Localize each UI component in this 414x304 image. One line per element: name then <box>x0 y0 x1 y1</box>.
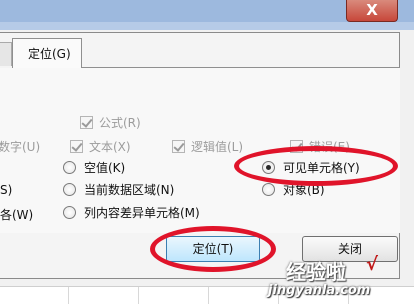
check-icon <box>80 115 93 129</box>
tab-goto-label: 定位(G) <box>28 47 71 61</box>
goto-ok-button[interactable]: 定位(T) <box>166 236 260 262</box>
formula-checkbox[interactable]: 公式(R) <box>80 114 141 130</box>
watermark-title: 经验啦 <box>286 260 346 284</box>
grid-line <box>68 287 69 304</box>
radio-objects[interactable]: 对象(B) <box>262 180 325 198</box>
radio-visible-cells[interactable]: 可见单元格(Y) <box>262 158 360 176</box>
logical-label: 逻辑值(L) <box>191 139 244 154</box>
formula-label: 公式(R) <box>99 115 141 130</box>
radio-row-differences[interactable]: 列内容差异单元格(M) <box>63 203 200 221</box>
radio-current-region[interactable]: 当前数据区域(N) <box>63 180 174 198</box>
errors-checkbox[interactable]: 错误(E) <box>290 138 350 154</box>
radio-visible-cells-label: 可见单元格(Y) <box>283 160 360 175</box>
text-label: 文本(X) <box>89 139 131 154</box>
radio-blanks[interactable]: 空值(K) <box>63 158 125 176</box>
watermark-url: jingyanla.com <box>268 283 371 298</box>
radio-row-differences-label: 列内容差异单元格(M) <box>84 205 200 220</box>
left-option-cut-s: S) <box>0 183 13 197</box>
radio-button-icon <box>63 205 76 219</box>
radio-button-icon <box>63 182 76 196</box>
logical-checkbox[interactable]: 逻辑值(L) <box>172 138 243 154</box>
check-icon <box>70 139 83 153</box>
close-window-button[interactable]: X <box>346 0 398 22</box>
grid-line <box>138 287 139 304</box>
check-icon <box>290 139 303 153</box>
tab-goto[interactable]: 定位(G) <box>12 38 82 68</box>
errors-label: 错误(E) <box>309 139 350 154</box>
radio-button-icon <box>262 182 275 196</box>
radio-current-region-label: 当前数据区域(N) <box>84 182 175 197</box>
left-option-cut-w: 各(W) <box>0 208 34 222</box>
radio-objects-label: 对象(B) <box>283 182 325 197</box>
grid-line <box>208 287 209 304</box>
watermark-check-icon: √ <box>366 254 379 275</box>
text-checkbox[interactable]: 文本(X) <box>70 138 131 154</box>
radio-blanks-label: 空值(K) <box>84 160 126 175</box>
radio-button-icon <box>63 160 76 174</box>
tab-previous[interactable] <box>0 42 12 66</box>
check-icon <box>172 139 185 153</box>
numbers-label: 数字(U) <box>0 140 41 154</box>
radio-selected-icon <box>262 160 275 174</box>
